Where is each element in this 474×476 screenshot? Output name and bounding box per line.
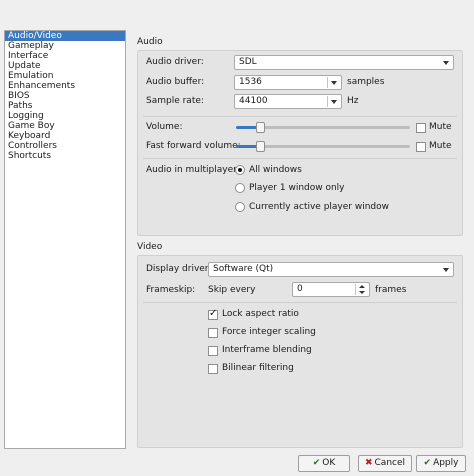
cancel-button-label: Cancel [374,458,406,468]
sidebar-item-shortcuts[interactable]: Shortcuts [5,151,125,161]
interframe-blending-label[interactable]: Interframe blending [222,344,312,356]
volume-mute-label: Mute [429,122,452,132]
ok-button-label: OK [322,458,336,468]
apply-button-label: Apply [433,458,459,468]
lock-aspect-ratio-checkbox[interactable]: ✓ [208,308,218,320]
chevron-down-icon [331,81,337,85]
apply-button[interactable]: ✔ Apply [416,455,466,472]
sidebar-item-audio-video[interactable]: Audio/Video [5,31,125,41]
cancel-x-icon: ✖ [364,458,373,468]
interframe-blending-checkbox[interactable] [208,346,218,356]
display-driver-value: Software (Qt) [213,264,274,274]
sample-rate-label: Sample rate: [146,96,204,106]
apply-check-icon: ✔ [423,458,432,468]
ok-check-icon: ✔ [312,458,321,468]
frames-unit: frames [375,285,407,295]
audio-buffer-unit: samples [347,77,385,87]
radio-player1-window[interactable] [235,183,245,193]
sidebar-item-controllers[interactable]: Controllers [5,141,125,151]
sample-rate-unit: Hz [347,96,359,106]
volume-slider[interactable] [236,122,410,133]
display-driver-label: Display driver: [146,264,212,274]
sidebar-item-interface[interactable]: Interface [5,51,125,61]
sidebar-item-emulation[interactable]: Emulation [5,71,125,81]
volume-mute-checkbox[interactable] [416,123,426,133]
sidebar-item-update[interactable]: Update [5,61,125,71]
radio-selected-dot [238,168,242,172]
display-driver-select[interactable]: Software (Qt) [208,262,454,277]
fast-forward-volume-slider-handle[interactable] [256,141,265,152]
frameskip-label: Frameskip: [146,285,196,295]
increment-icon[interactable] [359,285,365,288]
sample-rate-select[interactable]: 44100 [234,94,342,109]
sidebar-item-enhancements[interactable]: Enhancements [5,81,125,91]
video-section-title: Video [137,242,163,252]
settings-category-list[interactable]: Audio/Video Gameplay Interface Update Em… [4,30,126,449]
radio-active-player-window-label[interactable]: Currently active player window [249,201,389,213]
volume-label: Volume: [146,122,183,132]
divider [143,158,457,159]
audio-driver-value: SDL [239,57,257,67]
force-integer-scaling-checkbox[interactable] [208,328,218,338]
sidebar-item-paths[interactable]: Paths [5,101,125,111]
audio-section-title: Audio [137,37,163,47]
chevron-down-icon [443,268,449,272]
sidebar-item-game-boy[interactable]: Game Boy [5,121,125,131]
divider [143,302,457,303]
skip-every-label: Skip every [208,285,256,295]
chevron-down-icon [443,61,449,65]
volume-slider-handle[interactable] [256,122,265,133]
frameskip-value: 0 [297,284,303,294]
audio-buffer-value: 1536 [239,77,262,87]
radio-active-player-window[interactable] [235,202,245,212]
fast-forward-mute-checkbox[interactable] [416,142,426,152]
sidebar-item-keyboard[interactable]: Keyboard [5,131,125,141]
audio-buffer-label: Audio buffer: [146,77,205,87]
radio-player1-window-label[interactable]: Player 1 window only [249,182,345,194]
fast-forward-volume-label: Fast forward volume: [146,141,241,151]
bilinear-filtering-label[interactable]: Bilinear filtering [222,362,294,374]
fast-forward-mute-label: Mute [429,141,452,151]
cancel-button[interactable]: ✖ Cancel [358,455,412,472]
fast-forward-volume-slider[interactable] [236,141,410,152]
multiplayer-audio-label: Audio in multiplayer: [146,165,240,175]
ok-button[interactable]: ✔ OK [298,455,350,472]
radio-all-windows[interactable] [235,165,245,175]
decrement-icon[interactable] [359,291,365,294]
radio-all-windows-label[interactable]: All windows [249,164,302,176]
sample-rate-value: 44100 [239,96,268,106]
checkmark-icon: ✓ [209,308,218,319]
sidebar-item-gameplay[interactable]: Gameplay [5,41,125,51]
sidebar-item-logging[interactable]: Logging [5,111,125,121]
frameskip-spinbox[interactable]: 0 [292,282,370,297]
lock-aspect-ratio-label[interactable]: Lock aspect ratio [222,308,299,320]
chevron-down-icon [331,100,337,104]
audio-driver-select[interactable]: SDL [234,55,454,70]
divider [143,116,457,117]
audio-driver-label: Audio driver: [146,57,204,67]
force-integer-scaling-label[interactable]: Force integer scaling [222,326,316,338]
sidebar-item-bios[interactable]: BIOS [5,91,125,101]
audio-buffer-select[interactable]: 1536 [234,75,342,90]
bilinear-filtering-checkbox[interactable] [208,364,218,374]
